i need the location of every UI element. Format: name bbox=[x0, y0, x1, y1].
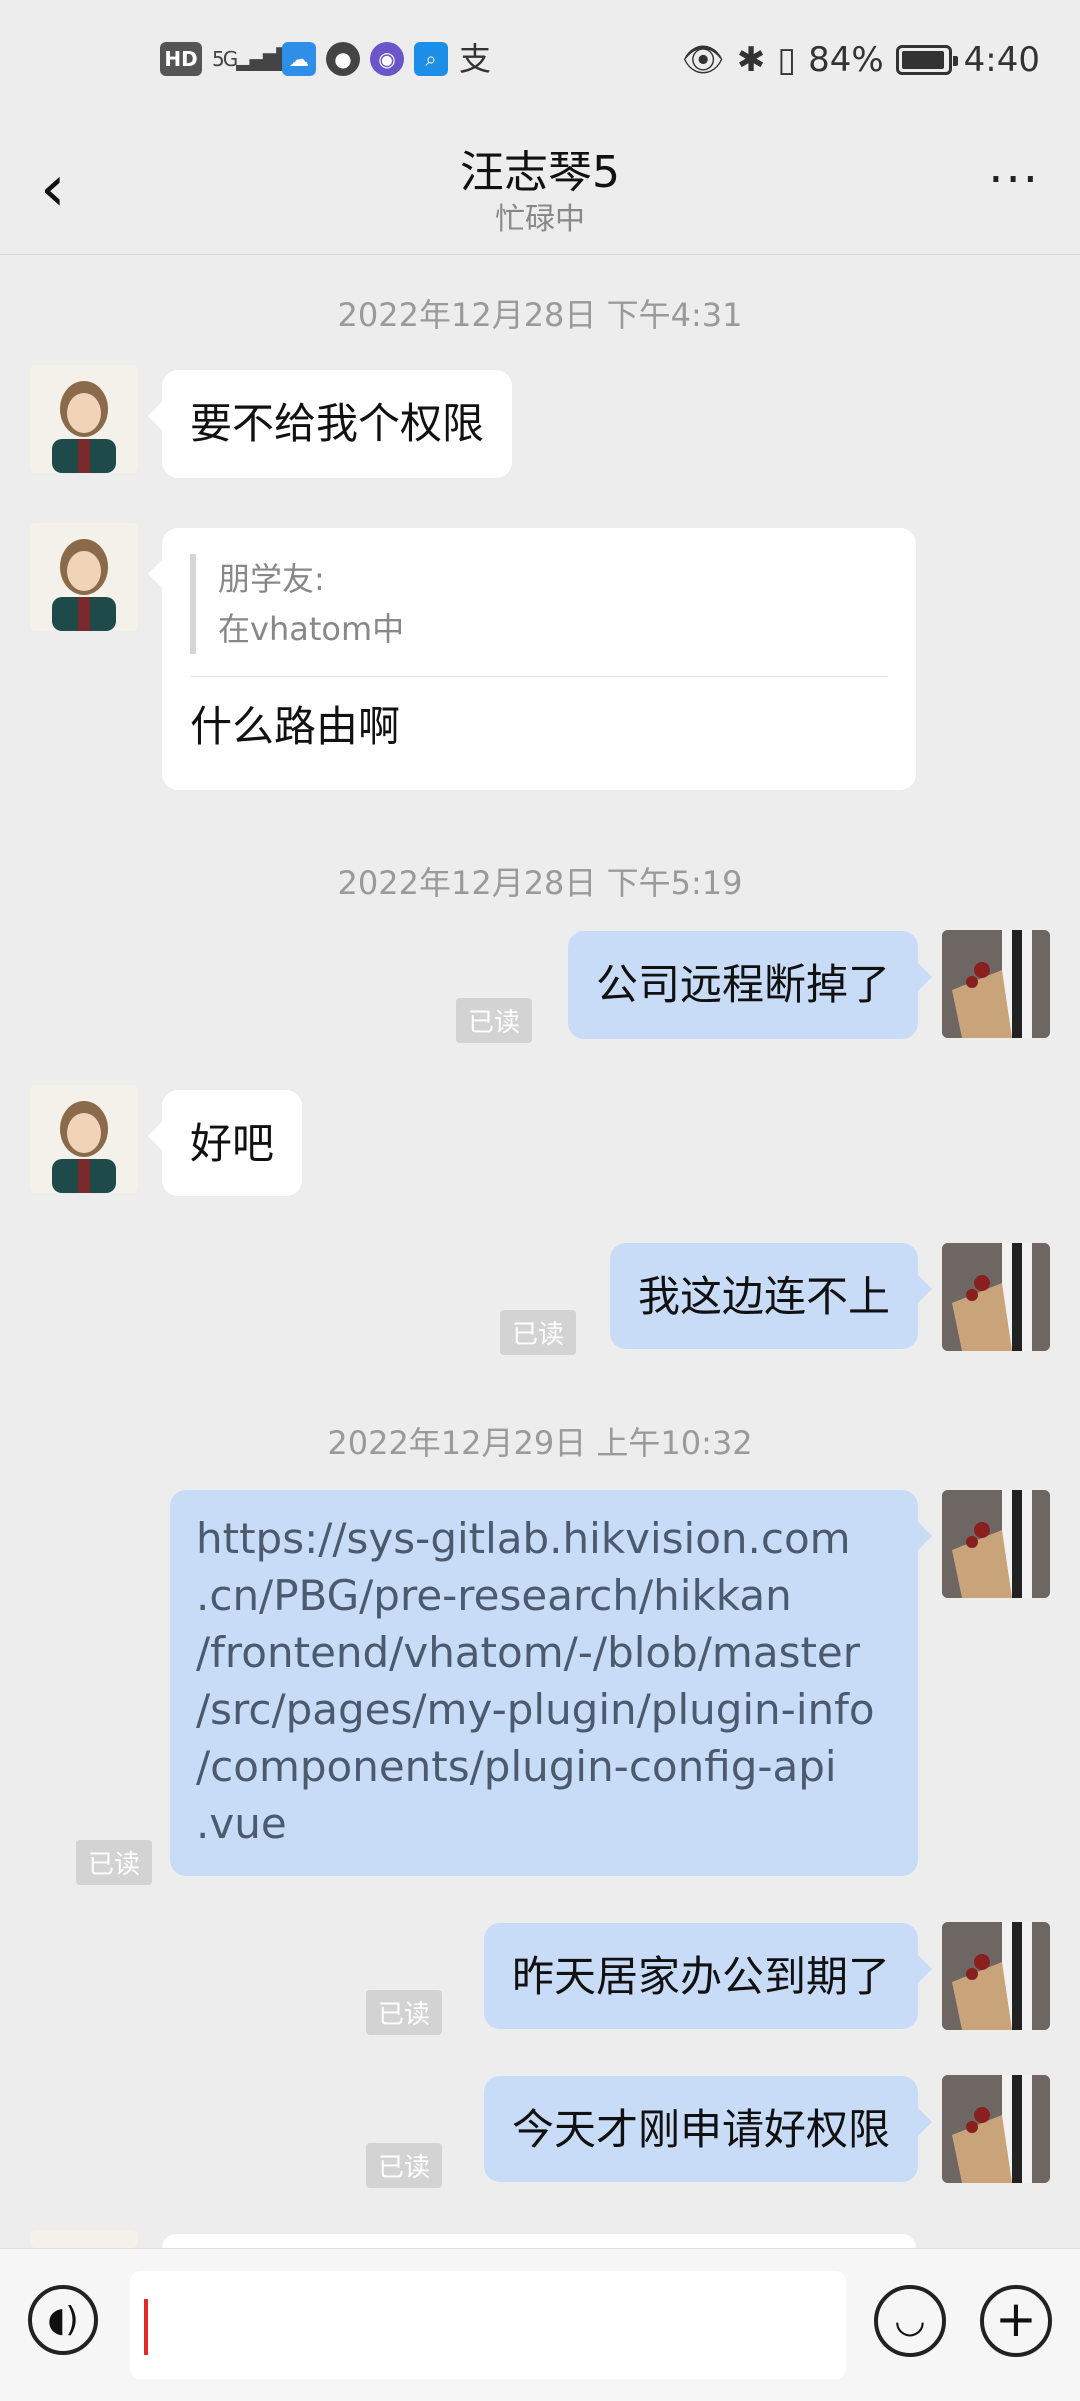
read-receipt: 已读 bbox=[365, 2143, 442, 2188]
contact-avatar[interactable] bbox=[30, 1085, 138, 1193]
link-message-bubble[interactable]: https://sys-gitlab.hikvision.com .cn/PBG… bbox=[170, 1490, 932, 1876]
message-bubble[interactable]: 我这边连不上 bbox=[609, 1243, 933, 1349]
quote-text: 在vhatom中 bbox=[218, 610, 405, 648]
contact-avatar[interactable] bbox=[30, 365, 138, 473]
input-bar: ◖) ◡ + bbox=[0, 2248, 1080, 2401]
message-text: 公司远程断掉了 bbox=[595, 960, 890, 1009]
plus-icon[interactable]: + bbox=[980, 2285, 1052, 2357]
timestamp: 2022年12月28日 下午5:19 bbox=[337, 864, 743, 902]
my-avatar[interactable] bbox=[942, 1490, 1050, 1598]
message-input[interactable] bbox=[130, 2271, 846, 2379]
message-text: 什么路由啊 bbox=[190, 702, 401, 751]
chat-title: 汪志琴5 bbox=[460, 147, 620, 198]
message-bubble[interactable]: 公司远程断掉了 bbox=[567, 931, 933, 1039]
bluetooth-icon: ✱ bbox=[736, 40, 766, 80]
purple-app-icon: ◉ bbox=[370, 42, 404, 76]
eye-icon: 👁 bbox=[681, 40, 725, 80]
message-text: 昨天居家办公到期了 bbox=[511, 1952, 890, 2001]
message-bubble[interactable]: 好吧 bbox=[147, 1090, 303, 1196]
quote-author: 朋学友: bbox=[218, 560, 325, 598]
quote-block[interactable]: 朋学友: 在vhatom中 bbox=[190, 554, 888, 654]
read-receipt: 已读 bbox=[455, 998, 532, 1043]
text-cursor bbox=[144, 2299, 148, 2355]
read-receipt: 已读 bbox=[76, 1840, 153, 1885]
message-bubble[interactable]: 今天才刚申请好权限 bbox=[483, 2076, 933, 2182]
search-app-icon: ⌕ bbox=[414, 42, 448, 76]
link-line[interactable]: /src/pages/my-plugin/plugin-info bbox=[196, 1681, 892, 1738]
message-bubble[interactable]: 要不给我个权限 bbox=[147, 370, 513, 478]
battery-icon bbox=[895, 45, 958, 75]
contact-avatar[interactable] bbox=[30, 523, 138, 631]
5g-signal-icon: 5G▂▄▆█ bbox=[212, 47, 292, 71]
voice-icon[interactable]: ◖) bbox=[28, 2285, 98, 2355]
my-avatar[interactable] bbox=[942, 2075, 1050, 2183]
timestamp: 2022年12月28日 下午4:31 bbox=[337, 296, 743, 334]
message-text: 今天才刚申请好权限 bbox=[511, 2105, 890, 2154]
my-avatar[interactable] bbox=[942, 930, 1050, 1038]
message-text: 要不给我个权限 bbox=[190, 399, 485, 448]
message-bubble-partial[interactable] bbox=[148, 2234, 916, 2294]
quote-divider bbox=[190, 676, 888, 677]
battery-percent: 84% bbox=[808, 40, 884, 80]
link-line[interactable]: /components/plugin-config-api bbox=[196, 1738, 892, 1795]
quoted-message-bubble[interactable]: 朋学友: 在vhatom中 什么路由啊 bbox=[148, 528, 916, 790]
status-left-icons: HD 5G▂▄▆█ ☁ ● ◉ ⌕ 支 bbox=[160, 42, 492, 76]
message-text: 我这边连不上 bbox=[637, 1272, 890, 1321]
more-options-button[interactable]: ··· bbox=[988, 152, 1040, 208]
contact-status: 忙碌中 bbox=[495, 202, 585, 237]
link-line[interactable]: .cn/PBG/pre-research/hikkan bbox=[196, 1567, 892, 1624]
chat-header: ‹ 汪志琴5 忙碌中 ··· bbox=[0, 130, 1080, 255]
contact-avatar[interactable] bbox=[30, 2230, 138, 2248]
message-bubble[interactable]: 昨天居家办公到期了 bbox=[483, 1923, 933, 2029]
alipay-icon: 支 bbox=[458, 40, 491, 78]
emoji-icon[interactable]: ◡ bbox=[874, 2285, 946, 2357]
timestamp: 2022年12月29日 上午10:32 bbox=[327, 1424, 753, 1462]
status-bar: HD 5G▂▄▆█ ☁ ● ◉ ⌕ 支 👁 ✱ ▯ 84% 4:40 bbox=[0, 0, 1080, 130]
read-receipt: 已读 bbox=[499, 1310, 576, 1355]
my-avatar[interactable] bbox=[942, 1243, 1050, 1351]
read-receipt: 已读 bbox=[365, 1990, 442, 2035]
link-line[interactable]: https://sys-gitlab.hikvision.com bbox=[196, 1510, 892, 1567]
vibrate-icon: ▯ bbox=[777, 40, 797, 80]
message-app-icon: ● bbox=[326, 42, 360, 76]
weather-app-icon: ☁ bbox=[282, 42, 316, 76]
my-avatar[interactable] bbox=[942, 1922, 1050, 2030]
status-right: 👁 ✱ ▯ 84% 4:40 bbox=[682, 40, 1040, 80]
link-line[interactable]: /frontend/vhatom/-/blob/master bbox=[196, 1624, 892, 1681]
clock: 4:40 bbox=[963, 40, 1040, 80]
link-line[interactable]: .vue bbox=[196, 1795, 892, 1852]
hd-icon: HD bbox=[160, 42, 202, 76]
message-text: 好吧 bbox=[190, 1119, 275, 1168]
